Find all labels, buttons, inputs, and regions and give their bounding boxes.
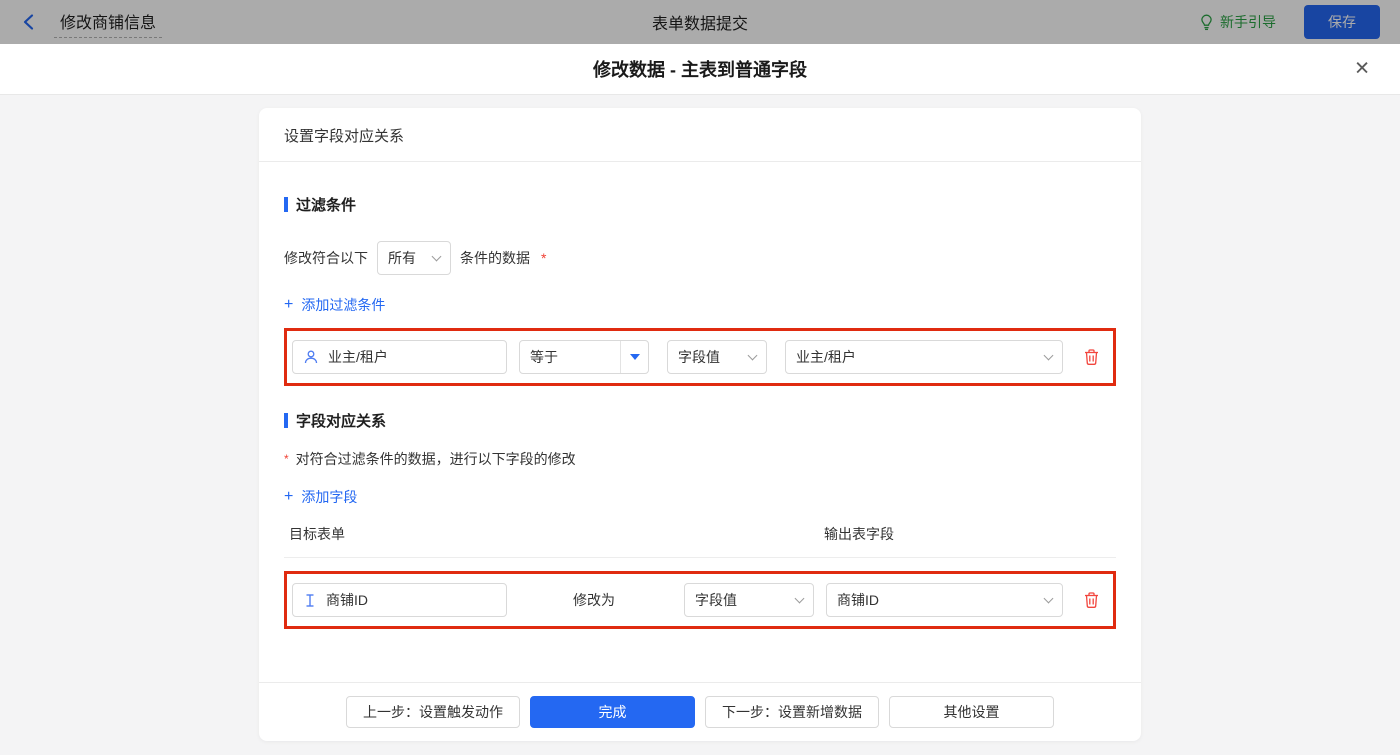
mapping-column-headers: 目标表单 输出表字段 — [284, 524, 1116, 558]
delete-mapping-row-button[interactable] — [1083, 591, 1100, 609]
filter-field-input[interactable]: 业主/租户 — [292, 340, 507, 374]
other-settings-button[interactable]: 其他设置 — [889, 696, 1054, 728]
add-field-label: 添加字段 — [301, 489, 358, 505]
modal-body: 设置字段对应关系 过滤条件 修改符合以下 所有 条件的数据 * + 添加过滤条件 — [0, 108, 1400, 755]
done-button[interactable]: 完成 — [530, 696, 695, 728]
condition-row: 修改符合以下 所有 条件的数据 * — [284, 241, 1116, 275]
trash-icon — [1085, 592, 1098, 608]
modal-header: 修改数据 - 主表到普通字段 ✕ — [0, 44, 1400, 95]
mapping-row-highlight: 商铺ID 修改为 字段值 商铺ID — [284, 571, 1116, 629]
value-type-select[interactable]: 字段值 — [667, 340, 767, 374]
plus-icon: + — [284, 488, 294, 505]
output-field-value: 商铺ID — [837, 592, 879, 608]
chevron-down-icon — [1043, 593, 1054, 603]
settings-card: 设置字段对应关系 过滤条件 修改符合以下 所有 条件的数据 * + 添加过滤条件 — [259, 108, 1141, 741]
output-field-select[interactable]: 商铺ID — [826, 583, 1063, 617]
section-bar — [284, 413, 288, 428]
mapping-type-select[interactable]: 字段值 — [684, 583, 814, 617]
next-step-button[interactable]: 下一步：设置新增数据 — [705, 696, 879, 728]
filter-value-select[interactable]: 业主/租户 — [785, 340, 1063, 374]
target-form-column-header: 目标表单 — [289, 526, 345, 542]
card-header-title: 设置字段对应关系 — [259, 108, 1141, 162]
filter-row-highlight: 业主/租户 等于 字段值 业主/租户 — [284, 328, 1116, 386]
required-asterisk: * — [284, 452, 289, 466]
caret-down-icon — [629, 354, 640, 360]
add-field-link[interactable]: + 添加字段 — [284, 487, 357, 507]
output-field-column-header: 输出表字段 — [824, 526, 894, 542]
mapping-description: 对符合过滤条件的数据，进行以下字段的修改 — [295, 451, 576, 467]
required-asterisk: * — [541, 250, 547, 266]
filter-section-title: 过滤条件 — [284, 194, 1116, 215]
target-field-value: 商铺ID — [326, 592, 368, 608]
chevron-down-icon — [794, 593, 805, 603]
section-bar — [284, 197, 288, 212]
chevron-down-icon — [1043, 350, 1054, 360]
match-mode-value: 所有 — [388, 250, 416, 266]
plus-icon: + — [284, 296, 294, 313]
value-type-value: 字段值 — [678, 349, 720, 365]
modal-dim-overlay — [0, 0, 1400, 44]
mapping-type-value: 字段值 — [695, 592, 737, 608]
operator-value: 等于 — [530, 349, 558, 365]
person-icon — [304, 350, 318, 364]
match-mode-select[interactable]: 所有 — [377, 241, 451, 275]
trash-icon — [1085, 349, 1098, 365]
add-filter-condition-label: 添加过滤条件 — [301, 297, 386, 313]
mapping-section-label: 字段对应关系 — [296, 413, 387, 430]
card-content: 过滤条件 修改符合以下 所有 条件的数据 * + 添加过滤条件 业主/租户 等于… — [259, 162, 1141, 682]
chevron-down-icon — [431, 251, 442, 261]
operator-caret-button[interactable] — [620, 341, 648, 373]
filter-field-value: 业主/租户 — [328, 349, 388, 365]
condition-suffix: 条件的数据 — [460, 250, 530, 266]
chevron-down-icon — [747, 350, 758, 360]
modal-title: 修改数据 - 主表到普通字段 — [593, 60, 807, 80]
text-field-icon — [306, 593, 314, 607]
target-field-input[interactable]: 商铺ID — [292, 583, 507, 617]
close-icon[interactable]: ✕ — [1354, 60, 1370, 79]
app-topbar: 修改商铺信息 表单数据提交 新手引导 保存 — [0, 0, 1400, 44]
condition-prefix: 修改符合以下 — [284, 250, 368, 266]
prev-step-button[interactable]: 上一步：设置触发动作 — [346, 696, 520, 728]
mapping-description-row: * 对符合过滤条件的数据，进行以下字段的修改 — [284, 449, 1116, 469]
operator-select[interactable]: 等于 — [519, 340, 649, 374]
filter-value: 业主/租户 — [796, 349, 856, 365]
modify-to-label: 修改为 — [573, 592, 615, 608]
mapping-section-title: 字段对应关系 — [284, 410, 1116, 431]
add-filter-condition-link[interactable]: + 添加过滤条件 — [284, 295, 385, 315]
filter-section-label: 过滤条件 — [296, 197, 357, 214]
delete-filter-row-button[interactable] — [1083, 348, 1100, 366]
card-footer: 上一步：设置触发动作 完成 下一步：设置新增数据 其他设置 — [259, 682, 1141, 741]
